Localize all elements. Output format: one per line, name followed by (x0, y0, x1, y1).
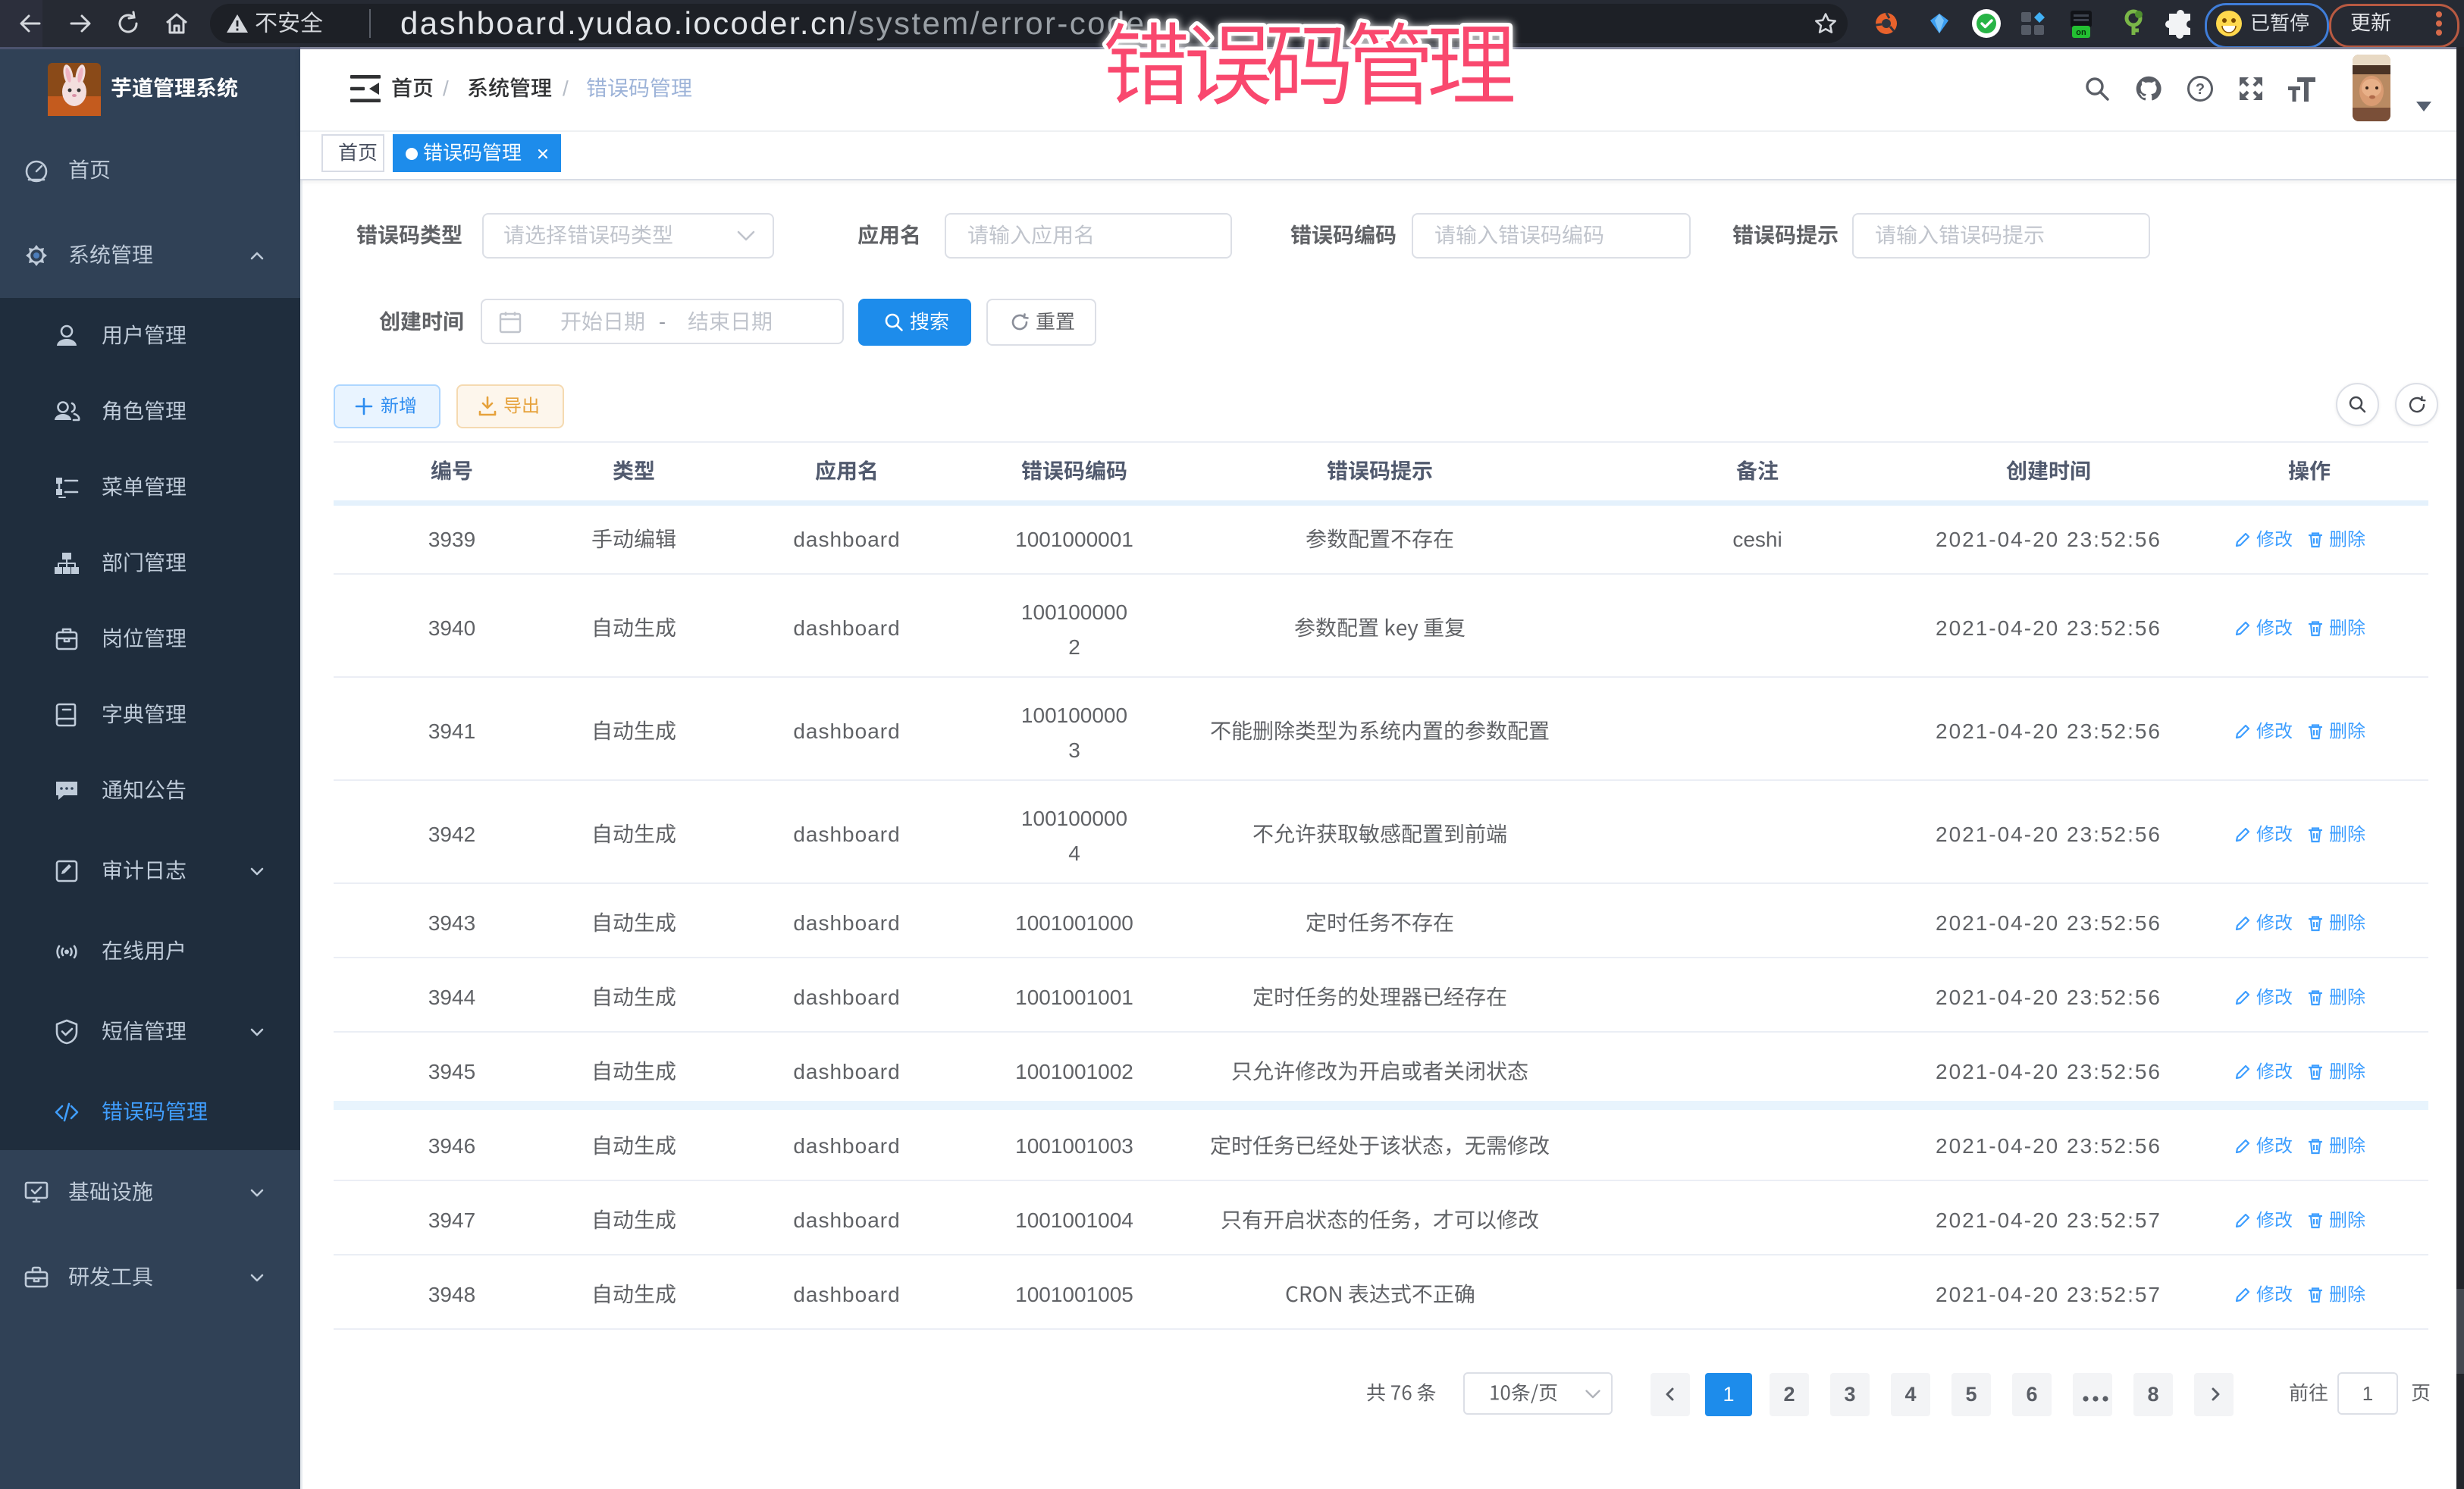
svg-text:on: on (2076, 28, 2086, 37)
svg-text:?: ? (2196, 81, 2205, 98)
